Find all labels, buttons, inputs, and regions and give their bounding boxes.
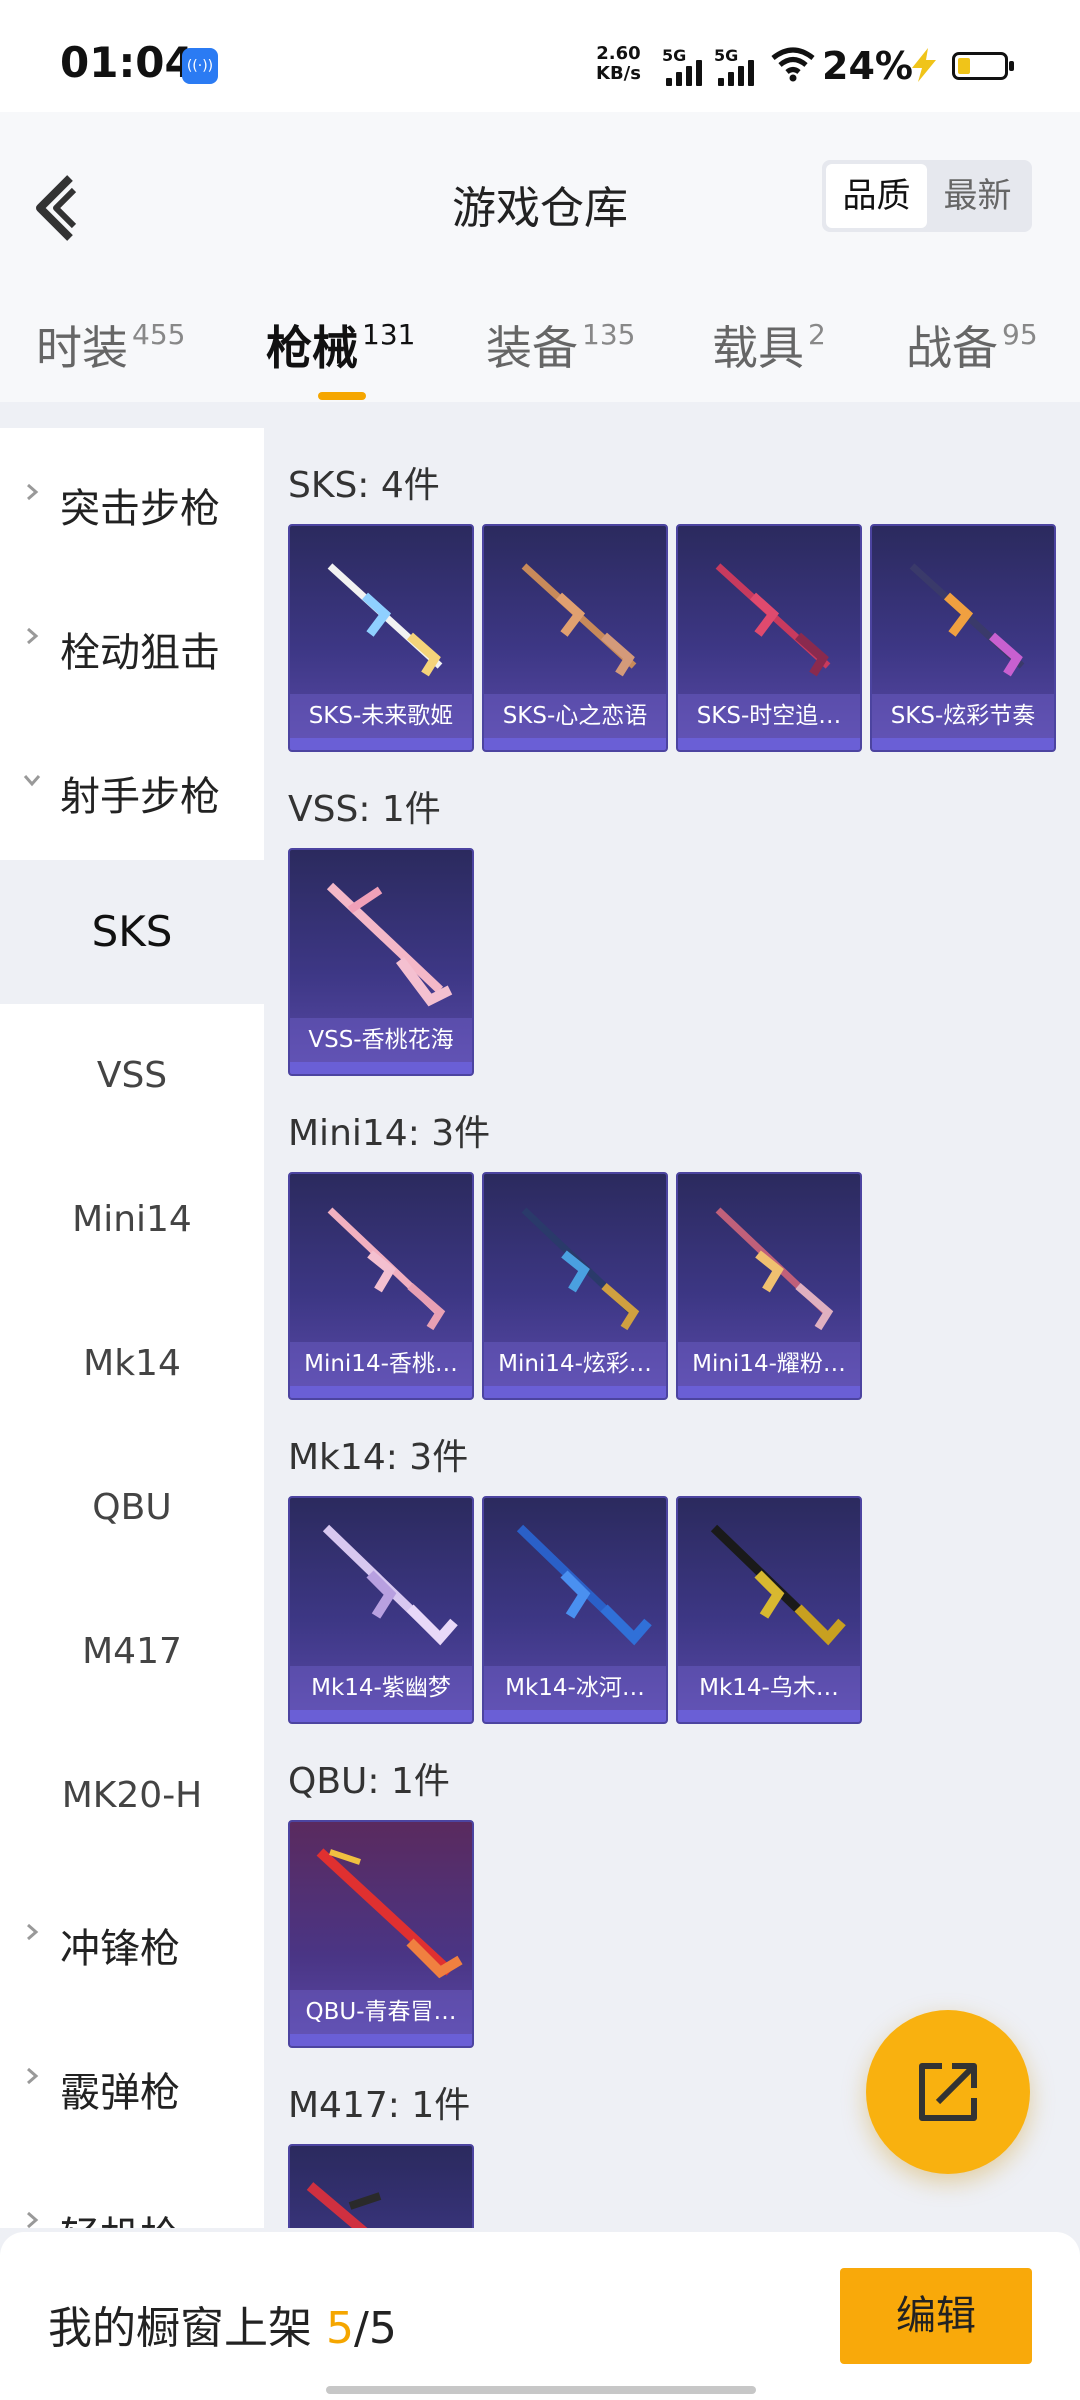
sidebar-item-assault-rifle[interactable]: 突击步枪 (0, 428, 264, 572)
weapon-card-name: Mk14-乌木… (678, 1666, 860, 1710)
showcase-status: 我的橱窗上架 5/5 (48, 2303, 397, 2354)
weapon-image-icon (516, 1524, 652, 1646)
tab-vehicles[interactable]: 载具 2 (712, 312, 826, 378)
section-title-qbu: QBU: 1件 (288, 1761, 450, 1802)
weapon-card-name: SKS-未来歌姬 (290, 694, 472, 738)
chevron-right-icon (27, 2211, 39, 2228)
sidebar-item-smg[interactable]: 冲锋枪 (0, 1868, 264, 2012)
weapon-image-icon (327, 1207, 446, 1331)
weapon-image-icon (316, 1848, 463, 1979)
chevron-right-icon (27, 2067, 39, 2085)
weapon-card[interactable]: Mini14-耀粉… (676, 1172, 862, 1400)
weapon-image-icon (521, 563, 637, 677)
battery-icon (952, 52, 1014, 80)
sidebar-sub-mini14[interactable]: Mini14 (0, 1148, 264, 1292)
weapon-image-icon (715, 1207, 834, 1331)
sidebar-item-bolt-sniper[interactable]: 栓动狙击 (0, 572, 264, 716)
weapon-card-name: SKS-心之恋语 (484, 694, 666, 738)
home-indicator[interactable] (326, 2386, 756, 2394)
sidebar-item-shotgun[interactable]: 霰弹枪 (0, 2012, 264, 2156)
weapon-card[interactable]: SKS-心之恋语 (482, 524, 668, 752)
weapon-image-icon (521, 1207, 640, 1331)
tab-weapons[interactable]: 枪械 131 (266, 312, 415, 378)
status-bar: 01:04 ((·)) 2.60 KB/s 5G 5G 24% (0, 0, 1080, 112)
section-title-vss: VSS: 1件 (288, 789, 441, 830)
status-time: 01:04 (60, 38, 194, 87)
tab-equipment[interactable]: 装备 135 (486, 312, 635, 378)
wifi-icon (770, 46, 816, 86)
section-title-m417: M417: 1件 (288, 2085, 471, 2126)
weapon-card[interactable]: Mk14-紫幽梦 (288, 1496, 474, 1724)
weapon-card[interactable] (288, 2144, 474, 2228)
weapon-card[interactable]: Mini14-炫彩… (482, 1172, 668, 1400)
network-speed: 2.60 KB/s (596, 44, 641, 84)
weapon-type-sidebar: 突击步枪 栓动狙击 射手步枪 SKS VSS Mini14 Mk14 QBU M… (0, 428, 264, 2228)
share-fab-button[interactable] (866, 2010, 1030, 2174)
app-header: 游戏仓库 品质 最新 时装 455 枪械 131 装备 135 载具 2 战备 95 (0, 112, 1080, 402)
sort-latest-button[interactable]: 最新 (927, 164, 1028, 228)
showcase-bar: 我的橱窗上架 5/5 编辑 (0, 2232, 1080, 2400)
section-title-mk14: Mk14: 3件 (288, 1437, 469, 1478)
weapon-card-name: Mini14-香桃… (290, 1342, 472, 1386)
sidebar-sub-vss[interactable]: VSS (0, 1004, 264, 1148)
weapon-card-name: Mk14-冰河… (484, 1666, 666, 1710)
chevron-down-icon (23, 775, 41, 787)
weapon-card[interactable]: SKS-时空追… (676, 524, 862, 752)
sort-quality-button[interactable]: 品质 (826, 164, 927, 228)
charging-bolt-icon (908, 48, 940, 86)
weapon-card[interactable]: VSS-香桃花海 (288, 848, 474, 1076)
weapon-card-name: QBU-青春冒… (290, 1990, 472, 2034)
weapon-image-icon (715, 563, 831, 677)
weapon-image-icon (327, 563, 443, 677)
hotspot-badge-icon: ((·)) (182, 48, 218, 84)
battery-percent: 24% (822, 44, 913, 88)
weapon-image-icon (710, 1524, 846, 1646)
weapon-card[interactable]: Mini14-香桃… (288, 1172, 474, 1400)
weapon-card-name: Mk14-紫幽梦 (290, 1666, 472, 1710)
showcase-used-count: 5 (326, 2303, 354, 2354)
showcase-total-count: /5 (354, 2303, 397, 2354)
weapon-card-name: Mini14-耀粉… (678, 1342, 860, 1386)
network-speed-unit: KB/s (596, 63, 641, 84)
sort-toggle: 品质 最新 (822, 160, 1032, 232)
weapon-image-icon (322, 1524, 458, 1646)
chevron-right-icon (27, 1923, 39, 1941)
weapon-image-icon (306, 2182, 382, 2228)
weapon-grid: SKS: 4件 SKS-未来歌姬 SKS-心之恋语 SKS-时空追… SKS-炫… (264, 428, 1080, 2228)
network-speed-value: 2.60 (596, 43, 641, 64)
sidebar-sub-mk14[interactable]: Mk14 (0, 1292, 264, 1436)
chevron-right-icon (27, 627, 39, 645)
sidebar-sub-m417[interactable]: M417 (0, 1580, 264, 1724)
section-title-mini14: Mini14: 3件 (288, 1113, 491, 1154)
tab-fashion[interactable]: 时装 455 (36, 312, 185, 378)
weapon-card-name: Mini14-炫彩… (484, 1342, 666, 1386)
edit-button[interactable]: 编辑 (840, 2268, 1032, 2364)
sidebar-item-dmr[interactable]: 射手步枪 (0, 716, 264, 860)
weapon-card[interactable]: SKS-炫彩节奏 (870, 524, 1056, 752)
tab-supplies[interactable]: 战备 95 (906, 312, 1038, 378)
sidebar-sub-qbu[interactable]: QBU (0, 1436, 264, 1580)
section-title-sks: SKS: 4件 (288, 465, 440, 506)
chevron-right-icon (27, 483, 39, 501)
weapon-card[interactable]: QBU-青春冒… (288, 1820, 474, 2048)
weapon-card[interactable]: Mk14-冰河… (482, 1496, 668, 1724)
sidebar-item-lmg[interactable]: 轻机枪 (0, 2156, 264, 2228)
sidebar-sub-mk20h[interactable]: MK20-H (0, 1724, 264, 1868)
weapon-image-icon (326, 882, 453, 1007)
weapon-card[interactable]: Mk14-乌木… (676, 1496, 862, 1724)
weapon-card-name: SKS-炫彩节奏 (872, 694, 1054, 738)
sidebar-sub-sks[interactable]: SKS (0, 860, 264, 1004)
weapon-card-name: VSS-香桃花海 (290, 1018, 472, 1062)
share-external-icon (919, 2063, 977, 2121)
active-tab-indicator (318, 392, 366, 400)
weapon-card-name: SKS-时空追… (678, 694, 860, 738)
category-tabs: 时装 455 枪械 131 装备 135 载具 2 战备 95 (0, 312, 1080, 402)
weapon-image-icon (909, 563, 1025, 677)
weapon-card[interactable]: SKS-未来歌姬 (288, 524, 474, 752)
